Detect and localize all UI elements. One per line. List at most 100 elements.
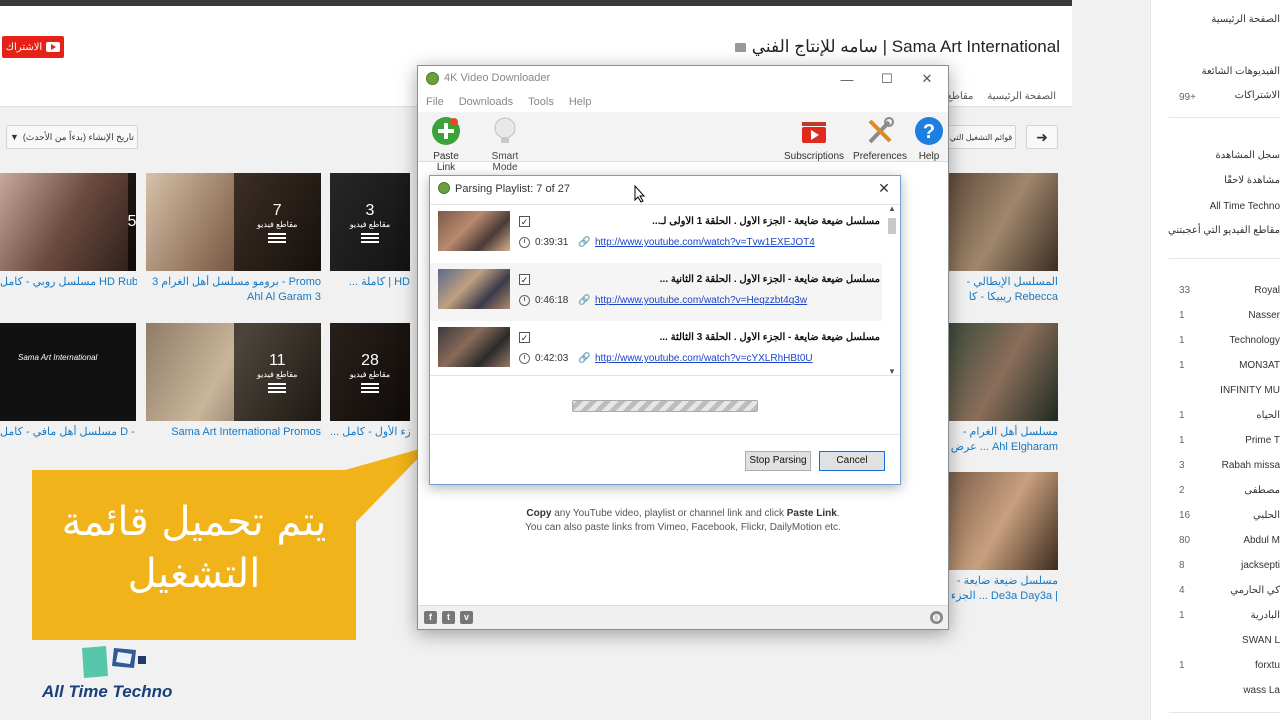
hint-copy: Copy — [526, 508, 552, 519]
list-item[interactable]: ✓ مسلسل ضيعة ضايعة - الجزء الأول . الحلق… — [430, 263, 882, 321]
sidebar-item-subscriptions[interactable]: الاشتراكات — [1235, 90, 1280, 101]
sidebar-item-subscription[interactable]: البادرية — [1251, 610, 1280, 621]
subscribe-button[interactable]: الاشتراك — [2, 36, 64, 58]
playlist-overlay: 5 — [128, 173, 136, 271]
callout-line-2: التشغيل — [127, 551, 261, 597]
sidebar-item-subscription[interactable]: مصطفى — [1244, 485, 1280, 496]
sidebar-item-subscription[interactable]: jacksepti — [1241, 560, 1280, 571]
preferences-button[interactable]: Preferences — [852, 116, 908, 162]
sidebar-item-subscription[interactable]: Rabah missa — [1222, 460, 1280, 471]
sidebar-item-subscription[interactable]: INFINITY MU — [1220, 385, 1280, 396]
vimeo-icon[interactable]: v — [460, 611, 473, 624]
sort-dropdown[interactable]: ▼ تاريخ الإنشاء (بدءاً من الأحدث) — [6, 125, 138, 149]
video-thumbnail[interactable] — [948, 472, 1058, 570]
video-thumbnail[interactable]: Sama Art International — [0, 323, 136, 421]
video-thumbnail[interactable] — [948, 323, 1058, 421]
sidebar-item-subscription[interactable]: الحياه — [1256, 410, 1280, 421]
sidebar-item-subscription[interactable]: كي الحارمي — [1230, 585, 1280, 596]
sidebar-item-trending[interactable]: الفيديوهات الشائعة — [1202, 66, 1280, 77]
scroll-up-icon[interactable]: ▲ — [888, 204, 896, 213]
list-item[interactable]: ✓ مسلسل ضيعة ضايعة - الجزء الأول . الحلق… — [430, 321, 882, 375]
video-title[interactable]: المسلسل الإيطالي - ريبيكا - كا Rebecca — [948, 275, 1058, 307]
subscription-count-badge: 4 — [1179, 585, 1185, 596]
close-button[interactable]: ✕ — [908, 68, 946, 90]
subscription-count-badge: 1 — [1179, 335, 1185, 346]
globe-icon[interactable]: ◍ — [930, 611, 943, 624]
tab-home[interactable]: الصفحة الرئيسية — [987, 91, 1056, 102]
close-icon: ✕ — [878, 180, 890, 196]
video-title[interactable]: مسلسل روبي - كامل HD Ruby — [0, 275, 137, 290]
video-thumbnail[interactable] — [948, 173, 1058, 271]
sidebar-item-subscription[interactable]: Prime T — [1245, 435, 1280, 446]
list-scrollbar[interactable]: ▲ ▼ — [886, 204, 898, 376]
sidebar-item-subscription[interactable]: Nasser — [1248, 310, 1280, 321]
sidebar-item-subscription[interactable]: forxtu — [1255, 660, 1280, 671]
facebook-icon[interactable]: f — [424, 611, 437, 624]
video-thumbnail — [438, 327, 510, 367]
scroll-down-icon[interactable]: ▼ — [888, 367, 896, 376]
video-title[interactable]: مسلسل أهل مافي - كامل D - Mafe Amal — [0, 425, 137, 440]
dialog-close-button[interactable]: ✕ — [874, 178, 894, 198]
youtube-guide-sidebar: الصفحة الرئيسية الفيديوهات الشائعة الاشت… — [1150, 0, 1280, 720]
video-title[interactable]: برومو مسلسل أهل الغرام 3 - Promo Ahl Al … — [146, 275, 321, 307]
sidebar-item-subscription[interactable]: MON3AT — [1239, 360, 1280, 371]
stop-parsing-button[interactable]: Stop Parsing — [745, 451, 811, 471]
maximize-icon: ☐ — [881, 71, 893, 86]
cancel-button[interactable]: Cancel — [819, 451, 885, 471]
subscriptions-label: Subscriptions — [784, 151, 845, 162]
playlists-button[interactable]: قوائم التشغيل التي — [946, 125, 1016, 149]
sidebar-item-subscription[interactable]: SWAN L — [1242, 635, 1280, 646]
youtube-icon — [46, 42, 61, 52]
share-arrow-button[interactable]: ➜ — [1026, 125, 1058, 149]
menu-help[interactable]: Help — [569, 92, 592, 112]
video-title[interactable]: مسلسل ضيعة ضايعة - الجزء ... De3a Day3a … — [948, 574, 1058, 606]
clock-icon — [519, 237, 530, 248]
item-url[interactable]: http://www.youtube.com/watch?v=Heqzzbt4q… — [595, 295, 807, 306]
list-item[interactable]: ✓ مسلسل ضيعة ضايعة - الجزء الأول . الحلق… — [430, 205, 882, 263]
minimize-button[interactable]: — — [828, 68, 866, 90]
maximize-button[interactable]: ☐ — [868, 68, 906, 90]
playlist-icon — [361, 232, 379, 243]
menu-file[interactable]: File — [426, 92, 444, 112]
sidebar-item-liked[interactable]: مقاطع الفيديو التي أعجبتني — [1168, 225, 1280, 236]
video-title[interactable]: مسلسل أهل الغرام - عرض ... Ahl Elgharam — [948, 425, 1058, 457]
item-checkbox[interactable]: ✓ — [519, 216, 530, 227]
sidebar-item-subscription[interactable]: Technology — [1229, 335, 1280, 346]
window-titlebar[interactable]: 4K Video Downloader — ☐ ✕ — [418, 66, 948, 92]
video-thumbnail[interactable]: 28 مقاطع فيديو — [330, 323, 410, 421]
dialog-title-text: Parsing Playlist: 7 of 27 — [455, 183, 570, 195]
sidebar-item-watch-later[interactable]: مشاهدة لاحقًا — [1224, 175, 1280, 186]
item-checkbox[interactable]: ✓ — [519, 332, 530, 343]
video-thumbnail[interactable]: 5 — [0, 173, 136, 271]
playlist-overlay: 7 مقاطع فيديو — [233, 173, 321, 271]
video-title[interactable]: ... كاملة | HD — [330, 275, 410, 290]
paste-link-button[interactable]: Paste Link — [424, 116, 468, 173]
sidebar-item-subscription[interactable]: Abdul M — [1243, 535, 1280, 546]
twitter-icon[interactable]: t — [442, 611, 455, 624]
item-title: مسلسل ضيعة ضايعة - الجزء الأول . الحلقة … — [659, 332, 881, 343]
video-thumbnail[interactable]: 3 مقاطع فيديو — [330, 173, 410, 271]
sidebar-item-subscription[interactable]: wass La — [1243, 685, 1280, 696]
item-url[interactable]: http://www.youtube.com/watch?v=cYXLRhHBt… — [595, 353, 813, 364]
subscriptions-count-badge: 99+ — [1179, 92, 1196, 103]
tab-videos[interactable]: مقاطع — [947, 91, 974, 102]
smart-mode-button[interactable]: Smart Mode — [478, 116, 532, 173]
sidebar-item-subscription[interactable]: Royal — [1254, 285, 1280, 296]
video-thumbnail[interactable]: 7 مقاطع فيديو — [146, 173, 321, 271]
help-icon: ? — [915, 117, 943, 145]
help-button[interactable]: ? Help — [912, 116, 946, 162]
item-url[interactable]: http://www.youtube.com/watch?v=Tvw1EXEJO… — [595, 237, 815, 248]
scrollbar-thumb[interactable] — [888, 218, 896, 234]
item-checkbox[interactable]: ✓ — [519, 274, 530, 285]
menu-downloads[interactable]: Downloads — [459, 92, 513, 112]
video-thumbnail[interactable]: 11 مقاطع فيديو — [146, 323, 321, 421]
video-title[interactable]: Sama Art International Promos — [146, 425, 321, 440]
playlist-icon — [361, 382, 379, 393]
subscriptions-button[interactable]: Subscriptions — [784, 116, 844, 162]
sidebar-item-history[interactable]: سجل المشاهدة — [1215, 150, 1280, 161]
menu-tools[interactable]: Tools — [528, 92, 554, 112]
video-title[interactable]: ... الجزء الأول - كامل | HD — [330, 425, 410, 440]
sidebar-item-subscription[interactable]: الحلبي — [1253, 510, 1280, 521]
sidebar-item-home[interactable]: الصفحة الرئيسية — [1211, 14, 1280, 25]
sidebar-item-playlist[interactable]: All Time Techno — [1210, 201, 1280, 212]
